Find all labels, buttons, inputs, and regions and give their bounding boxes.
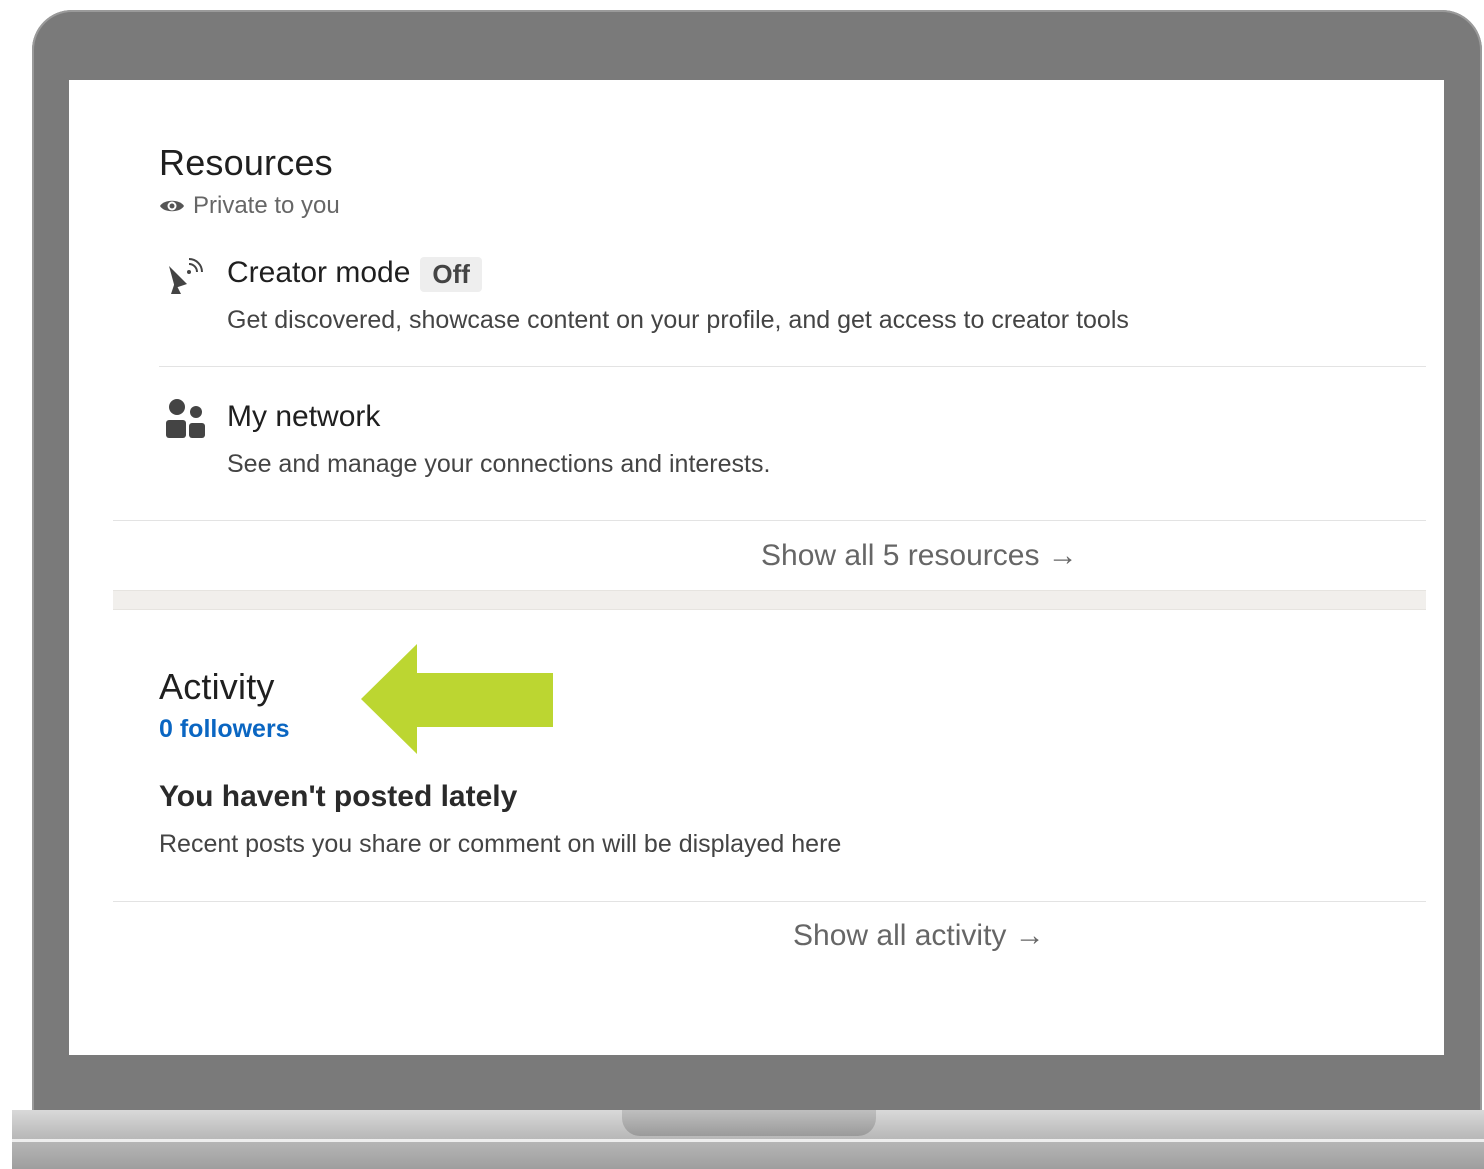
section-separator — [113, 590, 1426, 610]
empty-activity-title: You haven't posted lately — [159, 780, 518, 813]
creator-mode-status-badge: Off — [420, 256, 482, 292]
empty-activity-description: Recent posts you share or comment on wil… — [159, 830, 842, 858]
show-all-resources-link[interactable]: Show all 5 resources → — [761, 539, 1078, 573]
eye-icon — [160, 200, 184, 212]
creator-mode-item[interactable]: Creator mode Off — [227, 256, 482, 292]
my-network-title: My network — [227, 400, 381, 433]
arrow-left-icon — [361, 644, 553, 754]
satellite-dish-icon — [169, 258, 203, 294]
divider — [113, 901, 1426, 902]
my-network-description: See and manage your connections and inte… — [227, 450, 771, 478]
divider — [159, 366, 1426, 367]
my-network-item[interactable]: My network — [227, 400, 380, 434]
show-all-activity-link[interactable]: Show all activity → — [793, 919, 1045, 953]
creator-mode-title: Creator mode — [227, 256, 411, 289]
activity-title: Activity — [159, 666, 275, 707]
privacy-indicator: Private to you — [159, 192, 340, 220]
people-icon — [166, 399, 205, 438]
divider — [113, 520, 1426, 521]
laptop-notch — [622, 1110, 876, 1136]
resources-title: Resources — [159, 142, 333, 183]
screen: Resources Private to you Creator mode Off… — [69, 80, 1444, 1055]
followers-link[interactable]: 0 followers — [159, 715, 290, 744]
creator-mode-description: Get discovered, showcase content on your… — [227, 306, 1129, 334]
privacy-label: Private to you — [193, 192, 340, 219]
